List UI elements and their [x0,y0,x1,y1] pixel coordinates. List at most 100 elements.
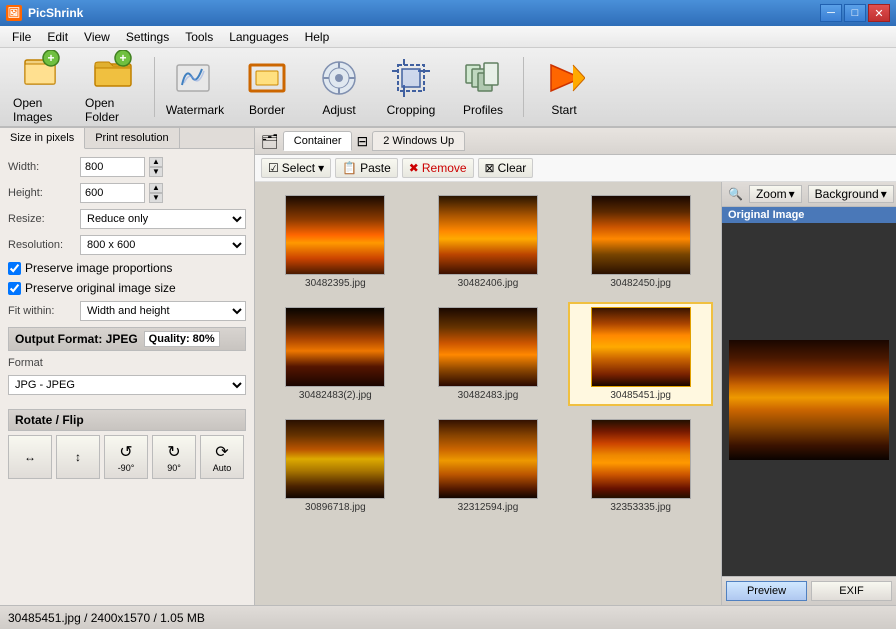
cropping-button[interactable]: Cropping [377,52,445,122]
container-tabs: 🗂 Container ⊟ 2 Windows Up [255,128,896,155]
start-button[interactable]: Start [530,52,598,122]
border-button[interactable]: Border [233,52,301,122]
menu-help[interactable]: Help [297,26,338,47]
output-format-header: Output Format: JPEG Quality: 80% [8,327,246,351]
format-label: Format [8,357,76,369]
preserve-proportions-row: Preserve image proportions [8,261,246,275]
flip-vertical-button[interactable]: ↕ [56,435,100,479]
start-icon [543,57,585,99]
title-bar: 🖼 PicShrink ─ □ ✕ [0,0,896,26]
status-bar: 30485451.jpg / 2400x1570 / 1.05 MB [0,605,896,629]
image-filename: 30482450.jpg [610,278,671,289]
format-select[interactable]: JPG - JPEG PNG BMP TIFF [8,375,246,395]
menu-view[interactable]: View [76,26,118,47]
width-down-button[interactable]: ▼ [149,167,163,177]
adjust-label: Adjust [322,103,355,117]
profiles-button[interactable]: Profiles [449,52,517,122]
list-item[interactable]: 30482483(2).jpg [263,302,408,406]
menu-file[interactable]: File [4,26,39,47]
image-grid-area: 30482395.jpg 30482406.jpg 30482450.jpg 3… [255,182,896,605]
rotate-auto-button[interactable]: ⟳ Auto [200,435,244,479]
remove-button[interactable]: ✖ Remove [402,158,474,178]
rotate-buttons: ↔ ↕ ↺ -90° ↻ 90° ⟳ Auto [8,435,246,479]
exif-button[interactable]: EXIF [811,581,892,601]
zoom-button[interactable]: Zoom ▾ [749,185,802,203]
height-label: Height: [8,187,76,199]
image-filename: 30482406.jpg [458,278,519,289]
rotate-header: Rotate / Flip [8,409,246,431]
tab-container[interactable]: Container [283,131,353,151]
menu-tools[interactable]: Tools [177,26,221,47]
list-item[interactable]: 32353335.jpg [568,414,713,518]
close-button[interactable]: ✕ [868,4,890,22]
select-button[interactable]: ☑ Select ▾ [261,158,331,178]
maximize-button[interactable]: □ [844,4,866,22]
width-row: Width: ▲ ▼ [8,157,246,177]
resize-select[interactable]: Reduce only Stretch Crop Fit [80,209,246,229]
list-item[interactable]: 30482450.jpg [568,190,713,294]
width-input[interactable] [80,157,145,177]
cropping-icon [390,57,432,99]
menu-edit[interactable]: Edit [39,26,76,47]
image-filename: 32312594.jpg [458,502,519,513]
open-images-icon: + [21,50,63,92]
menu-languages[interactable]: Languages [221,26,296,47]
background-button[interactable]: Background ▾ [808,185,894,203]
open-images-button[interactable]: + Open Images [8,52,76,122]
image-thumbnail [285,307,385,387]
image-filename: 30482395.jpg [305,278,366,289]
format-row: Format [8,357,246,369]
border-icon [246,57,288,99]
watermark-icon [174,57,216,99]
preview-button[interactable]: Preview [726,581,807,601]
list-item[interactable]: 30482483.jpg [416,302,561,406]
menu-settings[interactable]: Settings [118,26,177,47]
border-label: Border [249,103,285,117]
remove-icon: ✖ [409,161,419,175]
tab-windows-up[interactable]: 2 Windows Up [372,131,465,151]
image-thumbnail [591,419,691,499]
clear-button[interactable]: ⊠ Clear [478,158,534,178]
main-layout: Size in pixels Print resolution Width: ▲… [0,128,896,605]
list-item[interactable]: 30482395.jpg [263,190,408,294]
tab-size-pixels[interactable]: Size in pixels [0,128,85,149]
secondary-toolbar: ☑ Select ▾ 📋 Paste ✖ Remove ⊠ Clear [255,155,896,182]
output-format-label: Output Format: JPEG [15,332,138,346]
paste-button[interactable]: 📋 Paste [335,158,398,178]
list-item[interactable]: 30896718.jpg [263,414,408,518]
resolution-select[interactable]: 800 x 600 1024 x 768 1280 x 1024 [80,235,246,255]
image-filename: 30485451.jpg [610,390,671,401]
list-item[interactable]: 30485451.jpg [568,302,713,406]
adjust-button[interactable]: Adjust [305,52,373,122]
background-label: Background [815,187,879,201]
tab-print-resolution[interactable]: Print resolution [85,128,179,148]
fit-within-label: Fit within: [8,305,76,317]
open-folder-button[interactable]: + Open Folder [80,52,148,122]
preserve-original-checkbox[interactable] [8,282,21,295]
resolution-label: Resolution: [8,239,76,251]
resize-row: Resize: Reduce only Stretch Crop Fit [8,209,246,229]
adjust-icon [318,57,360,99]
height-up-button[interactable]: ▲ [149,183,163,193]
rotate-left-button[interactable]: ↺ -90° [104,435,148,479]
rotate-right-button[interactable]: ↻ 90° [152,435,196,479]
preserve-original-label: Preserve original image size [25,281,176,295]
image-thumbnail [591,307,691,387]
select-icon: ☑ [268,161,279,175]
image-thumbnail [591,195,691,275]
height-input[interactable] [80,183,145,203]
height-down-button[interactable]: ▼ [149,193,163,203]
windows-icon: ⊟ [356,133,368,150]
width-up-button[interactable]: ▲ [149,157,163,167]
resolution-row: Resolution: 800 x 600 1024 x 768 1280 x … [8,235,246,255]
minimize-button[interactable]: ─ [820,4,842,22]
fit-within-select[interactable]: Width and height Width Height [80,301,246,321]
list-item[interactable]: 30482406.jpg [416,190,561,294]
watermark-button[interactable]: Watermark [161,52,229,122]
preserve-proportions-checkbox[interactable] [8,262,21,275]
width-label: Width: [8,161,76,173]
app-title: PicShrink [28,6,83,20]
flip-horizontal-button[interactable]: ↔ [8,435,52,479]
list-item[interactable]: 32312594.jpg [416,414,561,518]
zoom-label: Zoom [756,187,787,201]
